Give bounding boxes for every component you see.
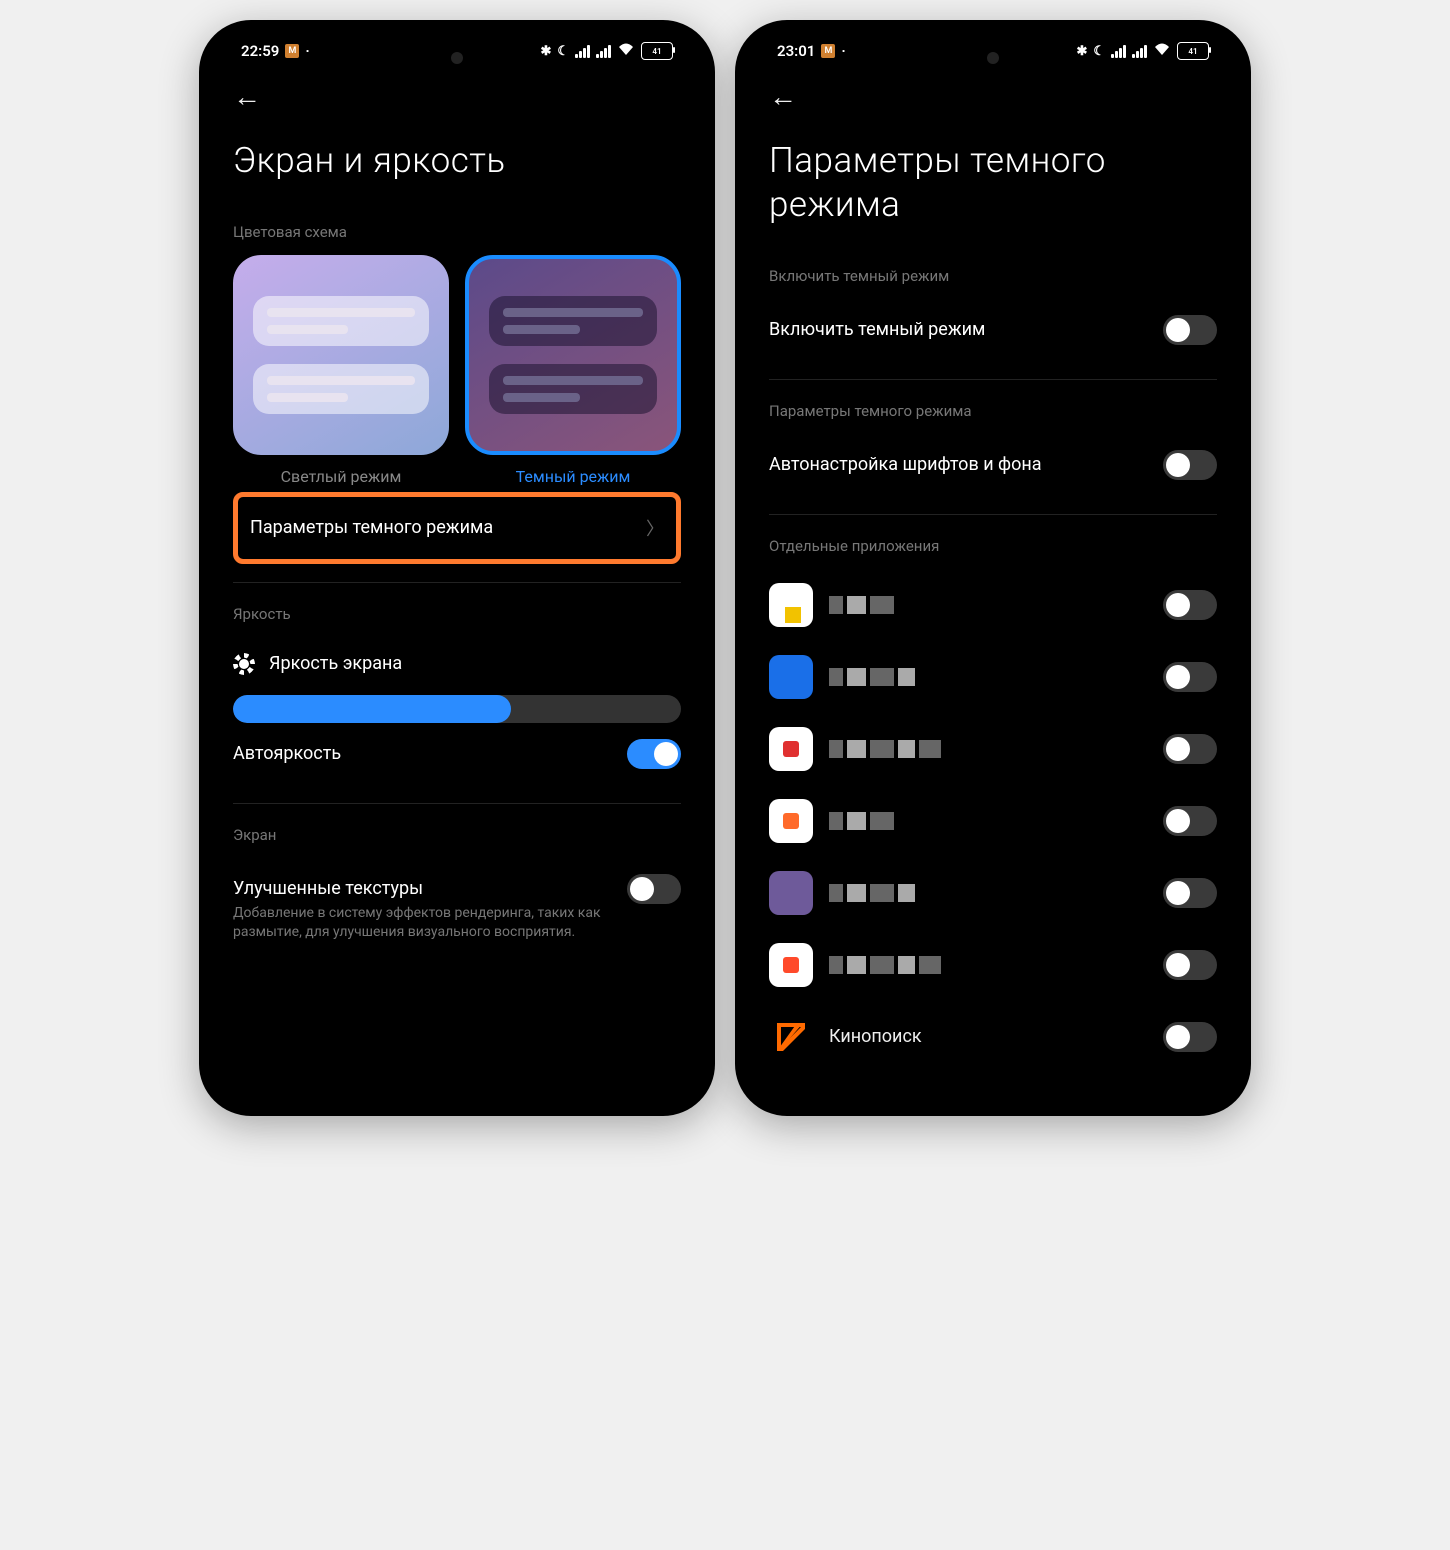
dark-preview [465, 255, 681, 455]
dnd-icon: ☾ [557, 44, 569, 59]
auto-adjust-toggle[interactable] [1163, 450, 1217, 480]
enable-dark-toggle[interactable] [1163, 315, 1217, 345]
more-dot: · [841, 42, 845, 60]
battery-icon: 41 [641, 42, 673, 60]
section-screen: Экран [233, 826, 681, 844]
app-dark-toggle[interactable] [1163, 590, 1217, 620]
enhanced-textures-label: Улучшенные текстуры [233, 878, 423, 899]
auto-brightness-label: Автояркость [233, 743, 341, 764]
app-icon [769, 1015, 813, 1059]
app-dark-toggle[interactable] [1163, 734, 1217, 764]
dark-mode-settings-row[interactable]: Параметры темного режима 〉 [233, 492, 681, 564]
auto-adjust-label: Автонастройка шрифтов и фона [769, 454, 1042, 475]
app-row [769, 641, 1217, 713]
app-name-label: Кинопоиск [829, 1026, 1147, 1047]
app-dark-toggle[interactable] [1163, 878, 1217, 908]
statusbar: 22:59 M · ✱ ☾ 41 [207, 28, 707, 66]
light-preview [233, 255, 449, 455]
brightness-fill [233, 695, 511, 723]
app-row: Кинопоиск [769, 1001, 1217, 1073]
divider [769, 379, 1217, 380]
phone-left: 22:59 M · ✱ ☾ 41 ← Экран и яркость Цвето… [199, 20, 715, 1116]
app-row [769, 785, 1217, 857]
section-dark-params: Параметры темного режима [769, 402, 1217, 420]
wifi-icon [1153, 42, 1171, 60]
light-mode-label: Светлый режим [281, 467, 402, 486]
brightness-label: Яркость экрана [269, 653, 402, 674]
app-icon [769, 799, 813, 843]
divider [769, 514, 1217, 515]
section-enable-dark: Включить темный режим [769, 267, 1217, 285]
divider [233, 582, 681, 583]
app-dark-toggle[interactable] [1163, 1022, 1217, 1052]
app-name-label [829, 740, 1147, 758]
statusbar: 23:01 M · ✱ ☾ 41 [743, 28, 1243, 66]
auto-brightness-toggle[interactable] [627, 739, 681, 769]
battery-icon: 41 [1177, 42, 1209, 60]
app-name-label [829, 812, 1147, 830]
section-individual-apps: Отдельные приложения [769, 537, 1217, 555]
app-row [769, 569, 1217, 641]
brightness-icon [233, 653, 255, 675]
enhanced-textures-sub: Добавление в систему эффектов рендеринга… [233, 904, 681, 942]
screen-right: 23:01 M · ✱ ☾ 41 ← Параметры темного реж… [743, 28, 1243, 1108]
app-name-label [829, 884, 1147, 902]
signal-2-icon [596, 45, 611, 58]
back-button[interactable]: ← [233, 80, 261, 113]
notification-icon: M [285, 44, 299, 58]
dark-mode-settings-label: Параметры темного режима [250, 517, 493, 538]
app-row [769, 857, 1217, 929]
app-icon [769, 655, 813, 699]
app-dark-toggle[interactable] [1163, 950, 1217, 980]
section-brightness: Яркость [233, 605, 681, 623]
app-dark-toggle[interactable] [1163, 662, 1217, 692]
chevron-right-icon: 〉 [646, 515, 664, 541]
app-name-label [829, 596, 1147, 614]
notification-icon: M [821, 44, 835, 58]
signal-1-icon [575, 45, 590, 58]
clock: 23:01 [777, 42, 815, 60]
wifi-icon [617, 42, 635, 60]
dnd-icon: ☾ [1093, 44, 1105, 59]
signal-1-icon [1111, 45, 1126, 58]
back-button[interactable]: ← [769, 80, 797, 113]
divider [233, 803, 681, 804]
brightness-slider[interactable] [233, 695, 681, 723]
app-dark-toggle[interactable] [1163, 806, 1217, 836]
bluetooth-icon: ✱ [540, 44, 551, 59]
section-color-scheme: Цветовая схема [233, 223, 681, 241]
enable-dark-label: Включить темный режим [769, 319, 985, 340]
light-mode-card[interactable]: Светлый режим [233, 255, 449, 486]
page-title: Параметры темного режима [743, 117, 1243, 245]
page-title: Экран и яркость [207, 117, 707, 201]
bluetooth-icon: ✱ [1076, 44, 1087, 59]
signal-2-icon [1132, 45, 1147, 58]
dark-mode-label: Темный режим [516, 467, 631, 486]
dark-mode-card[interactable]: Темный режим [465, 255, 681, 486]
app-icon [769, 943, 813, 987]
app-row [769, 929, 1217, 1001]
phone-right: 23:01 M · ✱ ☾ 41 ← Параметры темного реж… [735, 20, 1251, 1116]
screen-left: 22:59 M · ✱ ☾ 41 ← Экран и яркость Цвето… [207, 28, 707, 1108]
clock: 22:59 [241, 42, 279, 60]
enhanced-textures-toggle[interactable] [627, 874, 681, 904]
app-icon [769, 871, 813, 915]
app-icon [769, 727, 813, 771]
app-row [769, 713, 1217, 785]
app-name-label [829, 668, 1147, 686]
more-dot: · [305, 42, 309, 60]
app-icon [769, 583, 813, 627]
app-name-label [829, 956, 1147, 974]
